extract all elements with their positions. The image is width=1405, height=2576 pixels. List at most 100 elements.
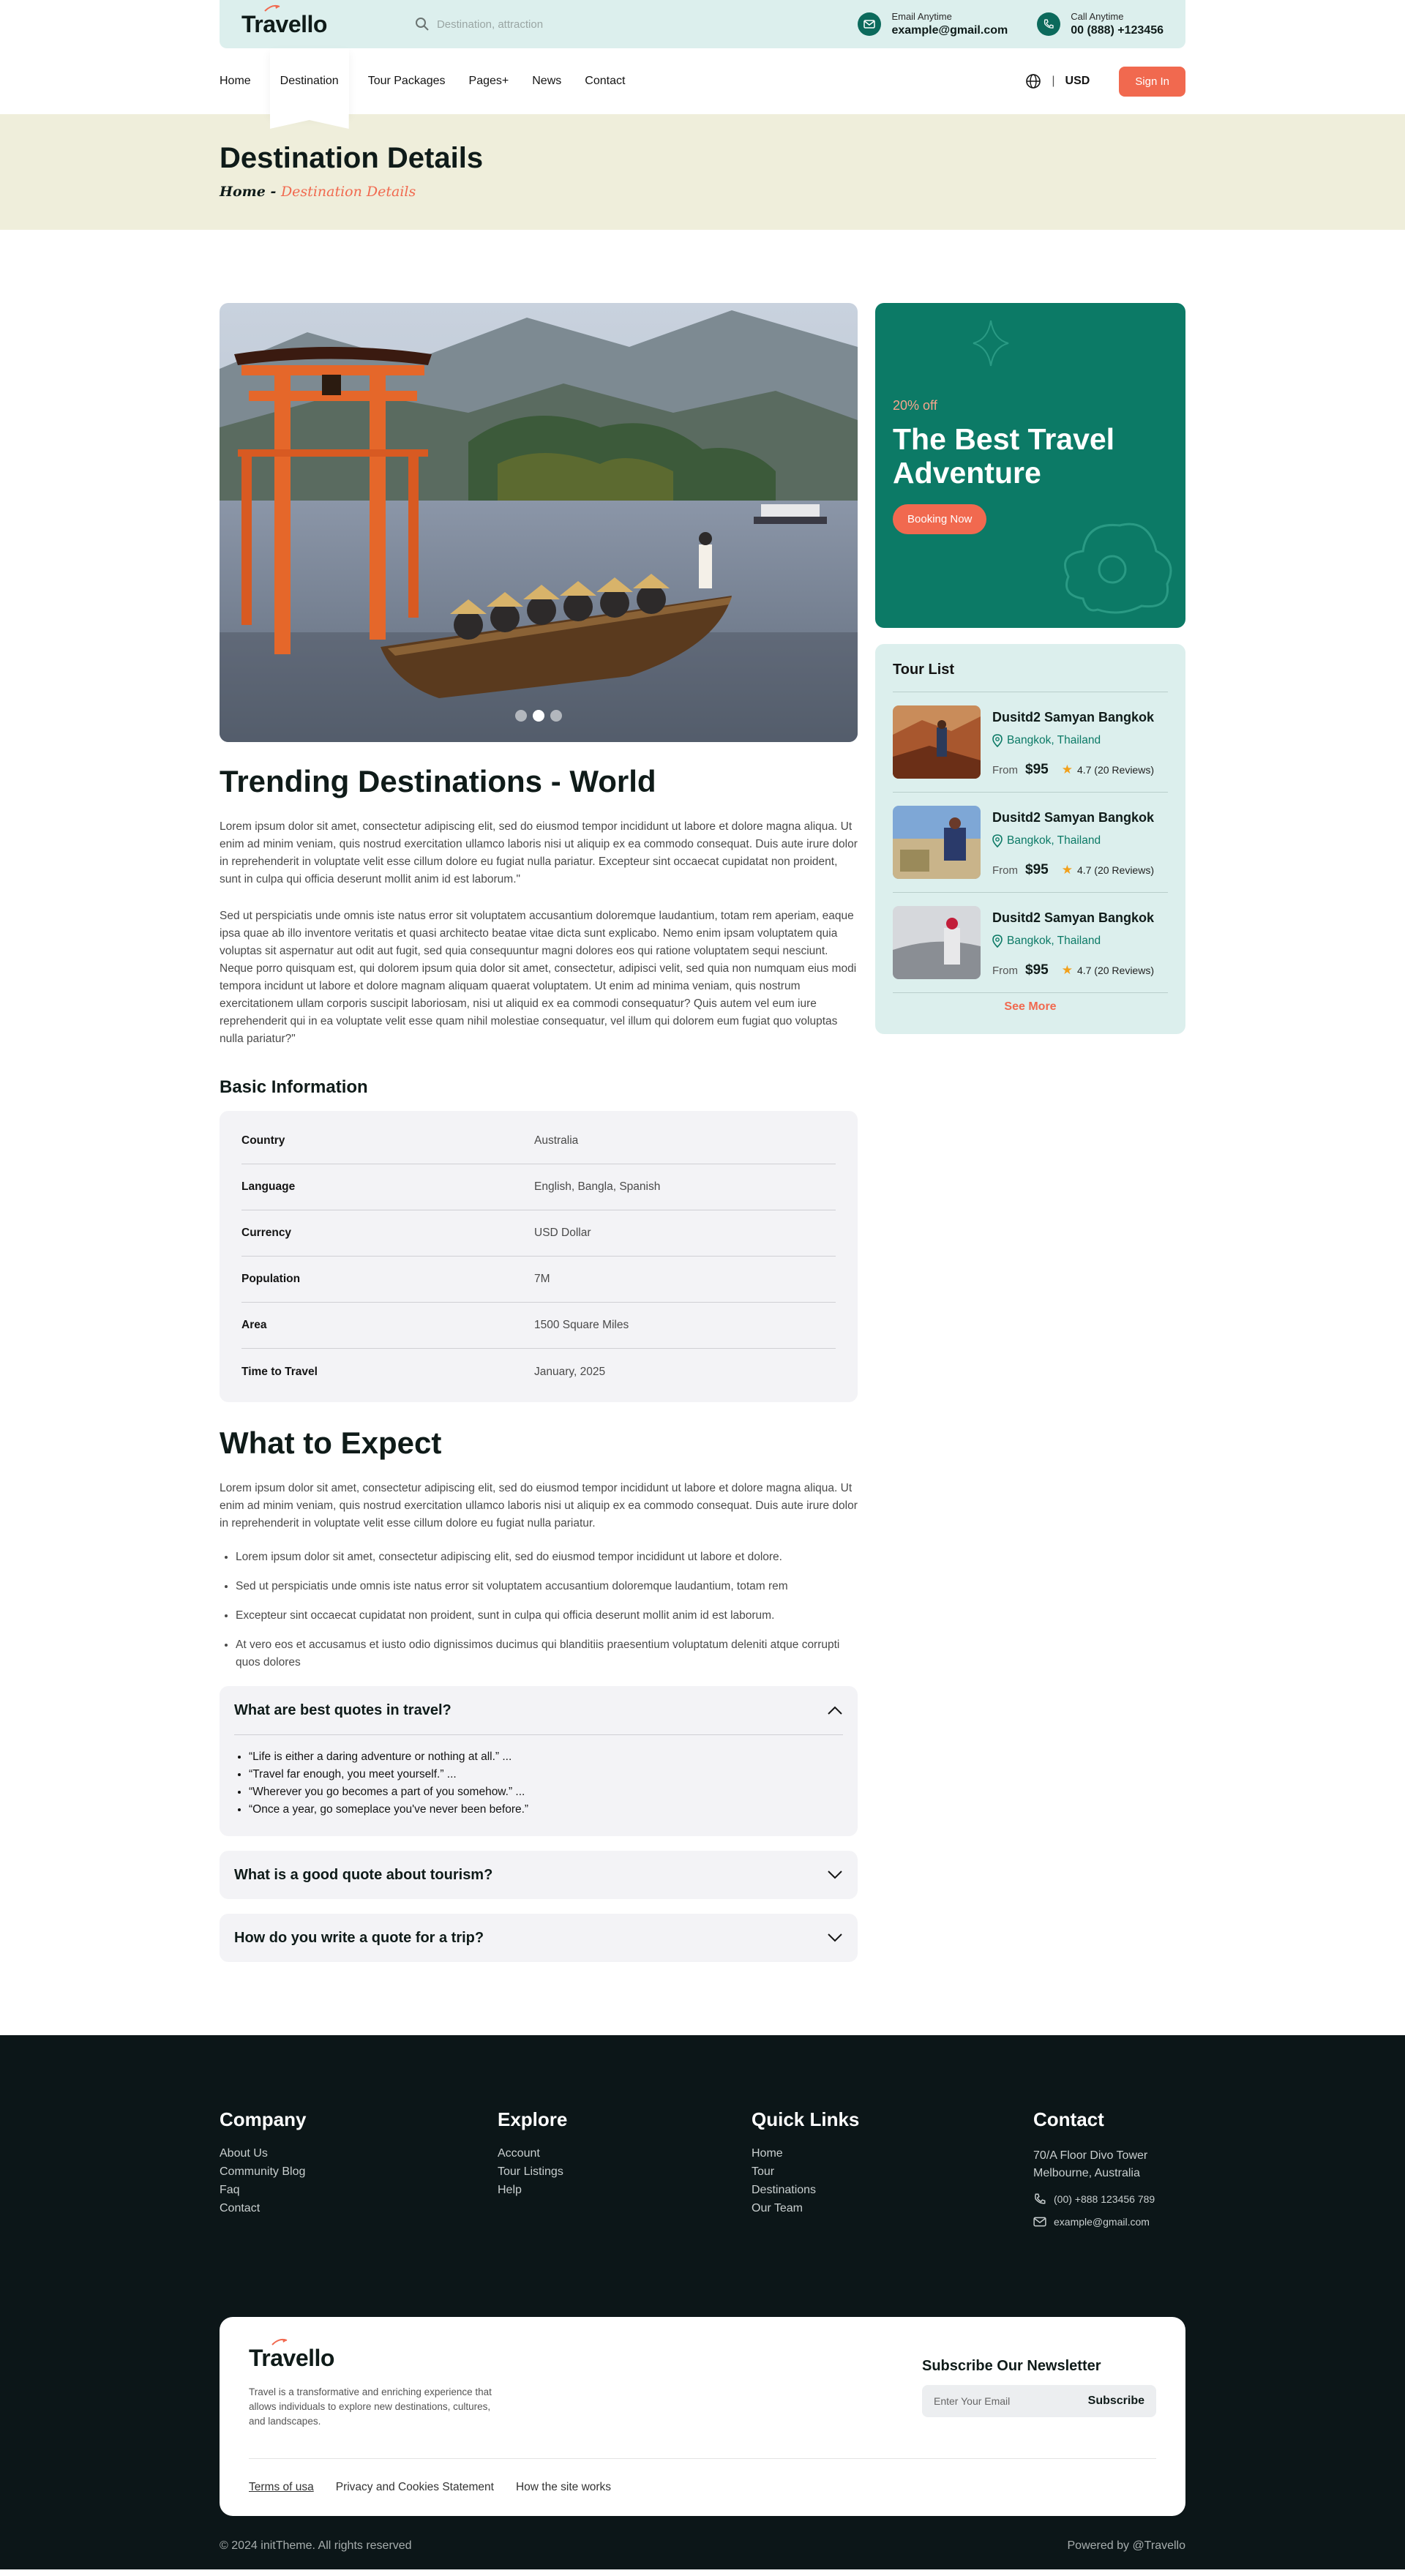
tour-price: $95 (1025, 762, 1049, 777)
tour-rating: ★ 4.7 (20 Reviews) (1062, 963, 1154, 978)
list-item[interactable]: Dusitd2 Samyan Bangkok Bangkok, Thailand… (893, 793, 1168, 893)
carousel-dot[interactable] (550, 710, 562, 722)
footer-heading: Contact (1033, 2108, 1104, 2130)
torii-lake-illustration (220, 303, 858, 742)
list-item: Lorem ipsum dolor sit amet, consectetur … (236, 1549, 858, 1566)
expect-paragraph: Lorem ipsum dolor sit amet, consectetur … (220, 1482, 858, 1530)
chevron-down-icon[interactable] (827, 1870, 843, 1880)
footer-explore: Explore Account Tour Listings Help (498, 2108, 752, 2228)
subscribe-button[interactable]: Subscribe (1088, 2395, 1144, 2408)
nav-tour-packages[interactable]: Tour Packages (356, 48, 457, 114)
footer-link[interactable]: Help (498, 2184, 752, 2197)
see-more-link[interactable]: See More (893, 1000, 1168, 1014)
faq-toggle[interactable]: What is a good quote about tourism? (220, 1851, 858, 1899)
faq-toggle[interactable]: How do you write a quote for a trip? (220, 1914, 858, 1962)
currency-selector[interactable]: USD (1065, 75, 1090, 88)
terms-link[interactable]: Terms of usa (249, 2481, 314, 2494)
basic-info-table: Country Australia Language English, Bangla… (220, 1111, 858, 1402)
chevron-down-icon[interactable] (827, 1933, 843, 1943)
nav-destination[interactable]: Destination (269, 48, 349, 114)
email-value[interactable]: example@gmail.com (891, 24, 1008, 37)
booking-now-button[interactable]: Booking Now (893, 504, 987, 534)
star-icon: ★ (1061, 763, 1073, 776)
breadcrumb-home[interactable]: Home (220, 184, 266, 200)
newsletter: Subscribe Our Newsletter Enter Your Emai… (922, 2345, 1156, 2429)
tour-thumbnail[interactable] (893, 906, 981, 979)
table-row: Area 1500 Square Miles (241, 1303, 836, 1349)
tour-name[interactable]: Dusitd2 Samyan Bangkok (992, 710, 1154, 725)
newsletter-title: Subscribe Our Newsletter (922, 2358, 1101, 2374)
nav-news[interactable]: News (520, 48, 573, 114)
faq-toggle[interactable]: What are best quotes in travel? (220, 1686, 858, 1734)
footer-logo[interactable]: Travello (249, 2338, 498, 2372)
tour-price: $95 (1025, 862, 1049, 877)
logo[interactable]: Travello (241, 4, 327, 38)
footer-link[interactable]: Contact (220, 2202, 498, 2215)
breadcrumb: Home - Destination Details (220, 184, 1185, 200)
nav-pages[interactable]: Pages+ (457, 48, 521, 114)
call-contact[interactable]: Call Anytime 00 (888) +123456 (1037, 11, 1164, 37)
globe-icon[interactable] (1025, 73, 1041, 89)
footer-link[interactable]: Tour (752, 2165, 1033, 2179)
privacy-link[interactable]: Privacy and Cookies Statement (336, 2481, 494, 2494)
footer-link[interactable]: Tour Listings (498, 2165, 752, 2179)
footer-link[interactable]: Destinations (752, 2184, 1033, 2197)
search-input[interactable]: Destination, attraction (437, 18, 543, 31)
email-contact[interactable]: Email Anytime example@gmail.com (858, 11, 1008, 37)
list-item[interactable]: Dusitd2 Samyan Bangkok Bangkok, Thailand… (893, 893, 1168, 993)
how-it-works-link[interactable]: How the site works (516, 2481, 611, 2494)
location-text: Bangkok, Thailand (1007, 834, 1101, 847)
list-item[interactable]: Dusitd2 Samyan Bangkok Bangkok, Thailand… (893, 692, 1168, 793)
mail-icon (1033, 2217, 1046, 2227)
tour-list-title: Tour List (893, 662, 1168, 692)
rating-text: 4.7 (20 Reviews) (1076, 764, 1154, 776)
table-row: Currency USD Dollar (241, 1210, 836, 1257)
table-row: Language English, Bangla, Spanish (241, 1164, 836, 1210)
tour-location: Bangkok, Thailand (992, 935, 1154, 948)
expect-list: Lorem ipsum dolor sit amet, consectetur … (220, 1549, 858, 1671)
search-bar[interactable]: Destination, attraction (415, 17, 543, 31)
table-row: Country Australia (241, 1118, 836, 1164)
footer-card: Travello Travel is a transformative and … (220, 2317, 1185, 2516)
expect-title: What to Expect (220, 1426, 442, 1460)
carousel-dot[interactable] (515, 710, 527, 722)
footer-link[interactable]: Home (752, 2147, 1033, 2160)
info-key: Currency (241, 1227, 292, 1239)
mail-icon (858, 12, 882, 36)
faq-item-expanded: What are best quotes in travel? “Life is… (220, 1686, 858, 1836)
nav-contact[interactable]: Contact (573, 48, 637, 114)
footer-link[interactable]: About Us (220, 2147, 498, 2160)
from-label: From (992, 964, 1018, 977)
star-icon: ★ (1061, 963, 1073, 977)
footer-email[interactable]: example@gmail.com (1033, 2216, 1155, 2228)
footer-link[interactable]: Faq (220, 2184, 498, 2197)
footer-quick-links: Quick Links Home Tour Destinations Our T… (752, 2108, 1033, 2228)
tour-name[interactable]: Dusitd2 Samyan Bangkok (992, 810, 1154, 825)
list-item: Sed ut perspiciatis unde omnis iste natu… (236, 1578, 858, 1595)
footer-heading: Company (220, 2108, 307, 2130)
sign-in-button[interactable]: Sign In (1119, 66, 1185, 97)
article-paragraph: Lorem ipsum dolor sit amet, consectetur … (220, 820, 858, 886)
footer-link[interactable]: Account (498, 2147, 752, 2160)
logo-text: Travello (241, 10, 327, 37)
info-value: English, Bangla, Spanish (534, 1180, 661, 1193)
main-nav: Home Destination Tour Packages Pages+ Ne… (220, 48, 1185, 114)
tour-name[interactable]: Dusitd2 Samyan Bangkok (992, 910, 1154, 926)
list-item: “Travel far enough, you meet yourself.” … (249, 1766, 843, 1783)
tour-thumbnail[interactable] (893, 806, 981, 879)
footer-phone[interactable]: (00) +888 123456 789 (1033, 2193, 1155, 2206)
email-label: Email Anytime (891, 11, 952, 22)
chevron-up-icon[interactable] (827, 1705, 843, 1715)
footer-link[interactable]: Community Blog (220, 2165, 498, 2179)
rating-text: 4.7 (20 Reviews) (1076, 864, 1154, 876)
article-title: Trending Destinations - World (220, 764, 656, 798)
call-value[interactable]: 00 (888) +123456 (1071, 24, 1164, 37)
footer-link[interactable]: Our Team (752, 2202, 1033, 2215)
email-input[interactable]: Enter Your Email (934, 2395, 1010, 2407)
info-key: Time to Travel (241, 1365, 318, 1378)
breadcrumb-current: Destination Details (280, 184, 416, 200)
tour-thumbnail[interactable] (893, 705, 981, 779)
carousel-dot-active[interactable] (533, 710, 544, 722)
list-item: “Once a year, go someplace you've never … (249, 1801, 843, 1819)
nav-home[interactable]: Home (220, 48, 263, 114)
